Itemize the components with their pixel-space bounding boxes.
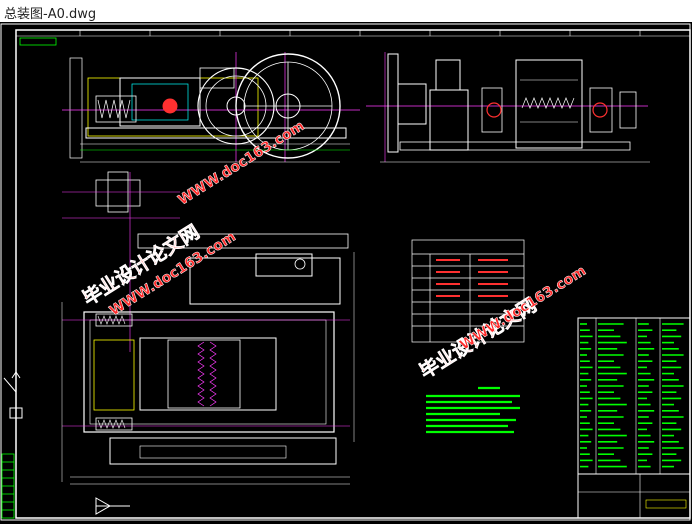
watermark-1: 毕业设计论文网 WWW.doc163.com: [78, 220, 239, 320]
north-arrow-icon: [95, 497, 130, 515]
drawing-canvas[interactable]: 毕业设计论文网 WWW.doc163.com WWW.doc163.com 毕业…: [0, 22, 692, 524]
bom-rows: [580, 323, 684, 468]
ucs-axis-icon: [3, 371, 23, 419]
front-view: [62, 52, 360, 163]
outer-frame: [0, 23, 691, 521]
left-legend: [1, 453, 15, 519]
watermark-3-url: WWW.doc163.com: [457, 263, 589, 354]
title-bar: 总装图-A0.dwg: [0, 0, 692, 23]
technical-notes: [426, 386, 520, 434]
watermark-2-url: WWW.doc163.com: [175, 118, 307, 209]
document-title: 总装图-A0.dwg: [4, 7, 97, 22]
watermark-3: 毕业设计论文网 WWW.doc163.com: [415, 263, 589, 384]
top-ruler: [16, 30, 690, 37]
drawing-number-box: [19, 37, 57, 46]
watermark-2: WWW.doc163.com: [175, 118, 307, 209]
cad-drawing: 毕业设计论文网 WWW.doc163.com WWW.doc163.com 毕业…: [0, 23, 691, 521]
side-view: [366, 52, 650, 163]
plan-view: [61, 171, 355, 485]
